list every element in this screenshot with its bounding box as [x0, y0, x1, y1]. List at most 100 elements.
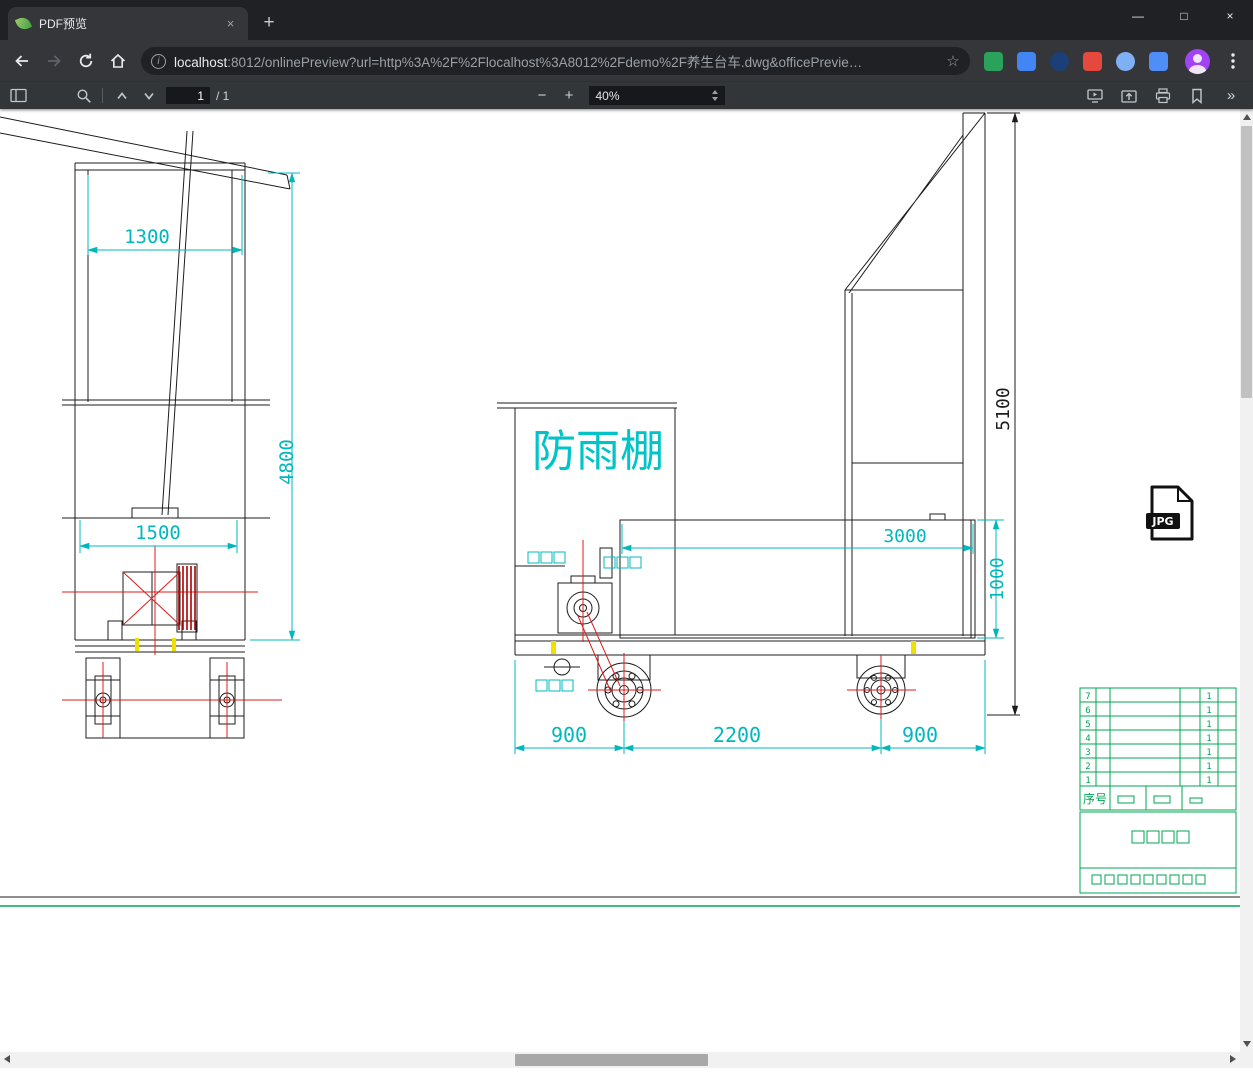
- jpg-badge-label: JPG: [1151, 515, 1173, 528]
- dim-front-mid-width: 1500: [135, 522, 181, 544]
- scroll-right-arrow-icon[interactable]: [1230, 1054, 1236, 1063]
- dim-side-left-span: 900: [551, 723, 587, 747]
- front-view-dimensions: [79, 172, 300, 641]
- svg-text:1: 1: [1206, 706, 1211, 716]
- tab-favicon-leaf-icon: [14, 14, 33, 33]
- dim-side-total-height: 5100: [993, 387, 1014, 430]
- toolbar-divider: [102, 88, 103, 103]
- chevrons-right-icon: »: [1226, 87, 1235, 104]
- avatar-head: [1192, 53, 1202, 63]
- dim-side-box-length: 3000: [883, 526, 926, 547]
- scroll-up-arrow-icon[interactable]: [1242, 114, 1251, 120]
- zoom-in-button[interactable]: +: [556, 84, 583, 108]
- avatar-body: [1188, 64, 1206, 74]
- document-viewport: 1300 4800 1500 防雨棚 3000 1000 900 2200 90…: [0, 109, 1253, 1079]
- kebab-menu-icon: [1231, 53, 1235, 69]
- extensions-area: [977, 45, 1247, 77]
- zoom-level-value: 40%: [595, 88, 620, 103]
- side-view-dimensions: [514, 519, 1004, 754]
- extension-icon-2[interactable]: [1017, 51, 1036, 71]
- zoom-level-select[interactable]: 40%: [588, 86, 725, 105]
- reload-icon: [79, 53, 93, 68]
- next-page-button[interactable]: [135, 84, 162, 108]
- sidebar-toggle-button[interactable]: [5, 84, 32, 108]
- find-button[interactable]: [70, 84, 97, 108]
- tab-title: PDF预览: [39, 17, 88, 31]
- forward-arrow-icon: [48, 55, 61, 67]
- svg-text:1: 1: [1206, 762, 1211, 772]
- svg-text:4: 4: [1085, 734, 1090, 744]
- page-up-icon: [116, 91, 127, 99]
- reload-button[interactable]: [71, 46, 101, 76]
- extension-icon-1[interactable]: [984, 51, 1003, 71]
- url-host: localhost: [174, 55, 228, 70]
- print-icon: [1155, 87, 1170, 103]
- presentation-mode-icon: [1086, 88, 1103, 103]
- svg-text:1: 1: [1206, 734, 1211, 744]
- svg-text:5: 5: [1085, 720, 1090, 730]
- svg-text:3: 3: [1085, 748, 1090, 758]
- site-info-icon[interactable]: i: [151, 53, 166, 69]
- more-tools-button[interactable]: »: [1217, 84, 1244, 108]
- presentation-mode-button[interactable]: [1081, 84, 1108, 108]
- back-button[interactable]: [7, 46, 37, 76]
- new-tab-button[interactable]: +: [255, 9, 283, 37]
- title-block: [1079, 687, 1237, 894]
- bookmark-button[interactable]: [1183, 84, 1210, 108]
- print-button[interactable]: [1149, 84, 1176, 108]
- home-button[interactable]: [103, 46, 133, 76]
- window-controls: — □ ×: [1115, 0, 1253, 32]
- title-bar: PDF预览 × + — □ ×: [0, 0, 1253, 40]
- front-view-coupling-hatch: [178, 566, 196, 630]
- horizontal-scrollbar-thumb[interactable]: [515, 1054, 708, 1066]
- browser-tab[interactable]: PDF预览 ×: [8, 7, 248, 40]
- navigation-bar: i localhost:8012/onlinePreview?url=http%…: [0, 40, 1253, 82]
- close-window-button[interactable]: ×: [1207, 0, 1253, 32]
- side-view-highlights: [551, 641, 916, 654]
- zoom-out-button[interactable]: −: [529, 84, 556, 108]
- select-arrow-down-icon: [711, 97, 718, 101]
- side-view-geometry: [497, 112, 986, 718]
- dim-front-height: 4800: [276, 439, 298, 485]
- page-number-input[interactable]: [166, 87, 210, 104]
- bookmark-star-icon[interactable]: ☆: [940, 52, 966, 70]
- avatar-icon: [1184, 48, 1210, 74]
- minimize-button[interactable]: —: [1115, 0, 1161, 32]
- vertical-scrollbar[interactable]: [1240, 109, 1253, 1052]
- tab-close-icon[interactable]: ×: [222, 15, 239, 32]
- scroll-down-arrow-icon[interactable]: [1242, 1041, 1251, 1047]
- page-count-label: / 1: [216, 88, 230, 103]
- dim-front-top-width: 1300: [124, 226, 170, 248]
- previous-page-button[interactable]: [108, 84, 135, 108]
- extension-icon-5[interactable]: [1116, 51, 1135, 71]
- select-arrow-up-icon: [711, 90, 718, 94]
- jpg-file-icon: JPG: [1146, 485, 1194, 541]
- rain-shelter-label: 防雨棚: [532, 426, 664, 477]
- extension-icon-4[interactable]: [1083, 51, 1102, 71]
- svg-text:1: 1: [1206, 720, 1211, 730]
- browser-menu-button[interactable]: [1219, 47, 1247, 75]
- address-bar[interactable]: i localhost:8012/onlinePreview?url=http%…: [141, 47, 970, 75]
- page-down-icon: [143, 92, 154, 100]
- scrollbar-corner: [1240, 1052, 1253, 1068]
- forward-button[interactable]: [39, 46, 69, 76]
- open-file-icon: [1120, 90, 1137, 103]
- title-block-seq-header: 序号: [1083, 791, 1107, 806]
- scroll-left-arrow-icon[interactable]: [4, 1054, 10, 1063]
- cad-drawing: 1300 4800 1500 防雨棚 3000 1000 900 2200 90…: [0, 112, 1240, 907]
- back-arrow-icon: [15, 55, 28, 67]
- bookmark-flag-icon: [1191, 88, 1202, 104]
- svg-text:2: 2: [1085, 762, 1090, 772]
- extension-icon-6[interactable]: [1149, 51, 1168, 71]
- extension-icon-3[interactable]: [1050, 51, 1069, 71]
- maximize-button[interactable]: □: [1161, 0, 1207, 32]
- horizontal-scrollbar[interactable]: [0, 1052, 1240, 1068]
- sidebar-toggle-icon: [10, 88, 27, 103]
- vertical-scrollbar-thumb[interactable]: [1241, 126, 1252, 398]
- dim-side-wheelbase: 2200: [713, 723, 761, 747]
- svg-text:7: 7: [1085, 692, 1090, 702]
- svg-text:1: 1: [1206, 692, 1211, 702]
- browser-window: PDF预览 × + — □ × i localhost:8012/onlineP…: [0, 0, 1253, 1079]
- open-file-button[interactable]: [1115, 84, 1142, 108]
- profile-avatar[interactable]: [1181, 45, 1213, 77]
